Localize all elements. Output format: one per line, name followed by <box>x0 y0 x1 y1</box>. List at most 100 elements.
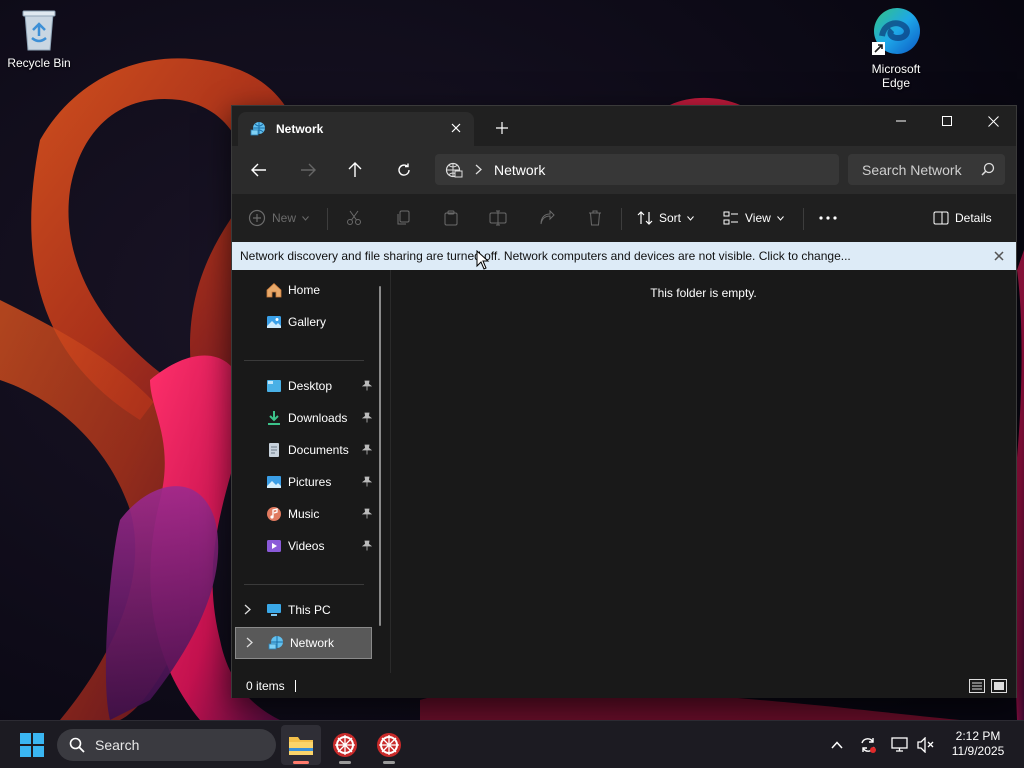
show-hidden-icons-button[interactable] <box>827 735 847 755</box>
tray-sync-button[interactable] <box>858 735 878 755</box>
copy-button[interactable] <box>393 206 413 230</box>
desktop-icon-microsoft-edge[interactable]: Microsoft Edge <box>857 6 935 90</box>
running-indicator <box>383 761 395 764</box>
empty-folder-message: This folder is empty. <box>650 286 757 300</box>
tray-network-button[interactable] <box>890 735 910 755</box>
tab-network[interactable]: Network <box>238 112 474 146</box>
taskbar-app-2[interactable] <box>369 725 409 765</box>
details-pane-button[interactable]: Details <box>933 206 992 230</box>
share-button[interactable] <box>537 206 557 230</box>
taskbar-clock[interactable]: 2:12 PM 11/9/2025 <box>940 729 1016 759</box>
sidebar-item-label: Pictures <box>288 475 332 489</box>
folder-icon <box>289 737 313 755</box>
sync-icon <box>861 738 876 753</box>
pin-icon[interactable] <box>362 476 372 487</box>
view-icon <box>723 211 738 225</box>
toolbar-divider <box>621 208 622 230</box>
taskbar-file-explorer[interactable] <box>281 725 321 765</box>
desktop-icon-recycle-bin[interactable]: Recycle Bin <box>0 8 78 70</box>
up-button[interactable] <box>341 158 369 182</box>
app-badge-icon <box>377 733 401 757</box>
plus-icon <box>496 122 508 134</box>
search-icon[interactable] <box>981 162 995 179</box>
new-label: New <box>272 211 297 225</box>
large-icons-view-toggle[interactable] <box>990 678 1008 694</box>
chevron-right-icon[interactable] <box>246 637 253 648</box>
sidebar-item-home[interactable]: Home <box>234 275 372 305</box>
sidebar-item-pictures[interactable]: Pictures <box>234 467 372 497</box>
view-button[interactable]: View <box>723 206 784 230</box>
infobar-message[interactable]: Network discovery and file sharing are t… <box>240 249 851 263</box>
sidebar-item-videos[interactable]: Videos <box>234 531 372 561</box>
details-view-toggle[interactable] <box>968 678 986 694</box>
desktop-icon <box>267 380 281 392</box>
sidebar-item-gallery[interactable]: Gallery <box>234 307 372 337</box>
sidebar-item-label: Desktop <box>288 379 333 393</box>
status-bar: 0 items <box>232 673 1016 698</box>
rename-button[interactable] <box>488 206 508 230</box>
pin-icon[interactable] <box>362 444 372 455</box>
pin-icon[interactable] <box>362 412 372 423</box>
delete-button[interactable] <box>585 206 605 230</box>
new-button[interactable]: New <box>248 206 309 230</box>
address-bar[interactable]: Network <box>435 154 839 185</box>
clock-date: 11/9/2025 <box>951 744 1005 758</box>
file-list-area[interactable]: This folder is empty. <box>391 270 1016 673</box>
start-button[interactable] <box>20 733 44 760</box>
close-icon <box>451 123 461 133</box>
this-pc-icon <box>267 604 281 616</box>
forward-button[interactable] <box>294 158 322 182</box>
taskbar-search-box[interactable]: Search <box>57 729 276 761</box>
sidebar-item-network[interactable]: Network <box>235 627 372 659</box>
view-label: View <box>745 211 771 225</box>
sidebar-scrollbar[interactable] <box>379 286 381 626</box>
breadcrumb-network[interactable]: Network <box>494 162 545 178</box>
cut-button[interactable] <box>344 206 364 230</box>
maximize-button[interactable] <box>924 106 970 136</box>
rename-icon <box>489 210 507 226</box>
close-icon <box>994 251 1004 261</box>
command-toolbar: New Sort View Details <box>232 194 1016 242</box>
sort-button[interactable]: Sort <box>637 206 694 230</box>
sidebar-item-desktop[interactable]: Desktop <box>234 371 372 401</box>
sort-icon <box>637 211 653 225</box>
arrow-left-icon <box>251 163 266 177</box>
sidebar-item-label: This PC <box>288 603 331 617</box>
volume-muted-icon <box>917 737 934 753</box>
sidebar-item-label: Network <box>290 636 335 650</box>
more-options-button[interactable] <box>817 206 839 230</box>
taskbar-app-1[interactable] <box>325 725 365 765</box>
close-tab-button[interactable] <box>448 120 464 136</box>
paste-button[interactable] <box>441 206 461 230</box>
chevron-right-icon[interactable] <box>244 604 251 615</box>
sidebar-item-label: Downloads <box>288 411 348 425</box>
clock-time: 2:12 PM <box>955 729 1001 743</box>
chevron-down-icon <box>687 215 694 221</box>
infobar-close-button[interactable] <box>992 249 1006 263</box>
refresh-button[interactable] <box>390 158 418 182</box>
pin-icon[interactable] <box>362 380 372 391</box>
network-globe-icon <box>445 162 463 177</box>
sidebar-item-downloads[interactable]: Downloads <box>234 403 372 433</box>
breadcrumb-separator[interactable] <box>475 164 482 175</box>
close-window-button[interactable] <box>970 106 1016 136</box>
sidebar-item-this-pc[interactable]: This PC <box>234 595 372 625</box>
search-box[interactable] <box>848 154 1005 185</box>
network-discovery-infobar[interactable]: Network discovery and file sharing are t… <box>232 242 1016 270</box>
windows-logo-icon <box>20 733 44 757</box>
sidebar-item-documents[interactable]: Documents <box>234 435 372 465</box>
pin-icon[interactable] <box>362 540 372 551</box>
trash-icon <box>589 210 601 226</box>
downloads-icon <box>268 411 280 425</box>
back-button[interactable] <box>245 158 273 182</box>
running-indicator <box>339 761 351 764</box>
minimize-button[interactable] <box>878 106 924 136</box>
toolbar-divider <box>803 208 804 230</box>
copy-icon <box>397 210 410 225</box>
sidebar-item-label: Home <box>288 283 321 297</box>
new-tab-button[interactable] <box>492 118 512 138</box>
sidebar-item-music[interactable]: Music <box>234 499 372 529</box>
search-input[interactable] <box>862 161 972 178</box>
tray-volume-button[interactable] <box>916 735 936 755</box>
pin-icon[interactable] <box>362 508 372 519</box>
